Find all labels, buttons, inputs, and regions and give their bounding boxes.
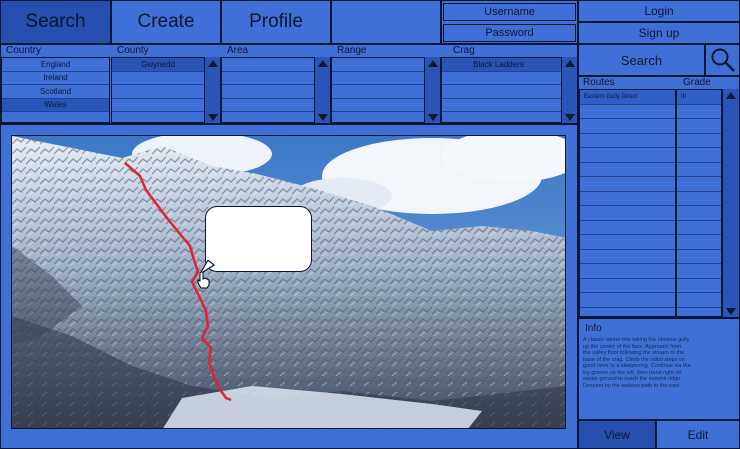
- scroll-up-arrow-icon[interactable]: [205, 57, 220, 69]
- password-field[interactable]: Password: [443, 24, 576, 42]
- signup-button[interactable]: Sign up: [578, 22, 740, 44]
- range-scrollbar[interactable]: [424, 57, 440, 123]
- grades-list: III: [676, 89, 722, 317]
- tab-search[interactable]: Search: [0, 0, 111, 44]
- routes-list: Eastern Gully Direct: [579, 89, 676, 317]
- nav-empty-slot: [331, 0, 441, 44]
- list-item[interactable]: [580, 235, 675, 250]
- username-field[interactable]: Username: [443, 3, 576, 21]
- list-item[interactable]: [580, 279, 675, 293]
- scroll-down-arrow-icon[interactable]: [723, 305, 739, 317]
- search-icon-button[interactable]: [705, 44, 740, 76]
- routes-scrollbar[interactable]: [722, 89, 739, 317]
- country-item-ireland[interactable]: Ireland: [2, 72, 109, 85]
- info-panel: Info A classic winter line taking the ob…: [578, 318, 740, 420]
- list-item[interactable]: [580, 206, 675, 221]
- tab-create[interactable]: Create: [111, 0, 221, 44]
- country-list: England Ireland Scotland Wales: [1, 57, 110, 123]
- list-item[interactable]: [580, 192, 675, 206]
- grade-header: Grade: [683, 77, 711, 88]
- login-label: Login: [644, 4, 674, 18]
- list-item[interactable]: [677, 119, 721, 134]
- view-label: View: [604, 427, 630, 442]
- crag-photo-image: [12, 136, 565, 428]
- country-item-wales[interactable]: Wales: [2, 98, 109, 112]
- country-item-england[interactable]: England: [2, 58, 109, 72]
- crag-header: Crag: [453, 45, 475, 56]
- crag-photo[interactable]: [11, 135, 566, 429]
- tab-profile-label: Profile: [249, 11, 303, 32]
- list-item[interactable]: [677, 250, 721, 264]
- list-item[interactable]: [677, 235, 721, 250]
- edit-button[interactable]: Edit: [656, 420, 740, 449]
- list-item[interactable]: [580, 177, 675, 192]
- list-item[interactable]: [580, 105, 675, 119]
- scroll-up-arrow-icon[interactable]: [723, 89, 739, 101]
- list-item[interactable]: [677, 148, 721, 163]
- scroll-down-arrow-icon[interactable]: [315, 111, 330, 123]
- tab-create-label: Create: [137, 11, 195, 32]
- area-header: Area: [227, 45, 249, 56]
- list-item[interactable]: [677, 206, 721, 221]
- list-item[interactable]: [580, 148, 675, 163]
- list-item[interactable]: [442, 99, 577, 112]
- county-header: County: [117, 45, 149, 56]
- scroll-down-arrow-icon[interactable]: [562, 111, 577, 123]
- username-placeholder: Username: [484, 6, 535, 18]
- county-scrollbar[interactable]: [204, 57, 220, 123]
- info-header: Info: [585, 323, 602, 334]
- tab-profile[interactable]: Profile: [221, 0, 331, 44]
- list-item[interactable]: [677, 177, 721, 192]
- country-header: Country: [6, 45, 42, 56]
- tab-search-label: Search: [25, 11, 86, 32]
- list-item[interactable]: [580, 221, 675, 235]
- scroll-up-arrow-icon[interactable]: [425, 57, 440, 69]
- route-tooltip: [205, 206, 312, 272]
- crag-scrollbar[interactable]: [561, 57, 577, 123]
- list-item[interactable]: [677, 293, 721, 308]
- list-item[interactable]: [677, 221, 721, 235]
- hand-cursor-icon: [197, 271, 210, 289]
- login-button[interactable]: Login: [578, 0, 740, 22]
- info-line: Descent by the walkers path to the east.: [583, 382, 681, 389]
- list-item[interactable]: [677, 264, 721, 279]
- list-item[interactable]: [580, 119, 675, 134]
- crag-item-selected[interactable]: Black Ladders: [442, 58, 577, 72]
- list-item[interactable]: [677, 192, 721, 206]
- list-item[interactable]: [580, 293, 675, 308]
- scroll-up-arrow-icon[interactable]: [315, 57, 330, 69]
- scroll-up-arrow-icon[interactable]: [562, 57, 577, 69]
- area-scrollbar[interactable]: [314, 57, 330, 123]
- list-item[interactable]: [442, 72, 577, 85]
- password-placeholder: Password: [485, 27, 534, 39]
- list-item[interactable]: [677, 105, 721, 119]
- list-item[interactable]: [677, 134, 721, 148]
- country-item-scotland[interactable]: Scotland: [2, 85, 109, 99]
- list-item[interactable]: [442, 85, 577, 99]
- grade-item-selected[interactable]: III: [677, 90, 721, 105]
- list-item[interactable]: [677, 279, 721, 293]
- list-item[interactable]: [580, 163, 675, 177]
- view-button[interactable]: View: [578, 420, 656, 449]
- routes-header: Routes: [583, 77, 615, 88]
- range-header: Range: [337, 45, 367, 56]
- list-item[interactable]: [580, 264, 675, 279]
- edit-label: Edit: [687, 427, 709, 442]
- list-item[interactable]: [677, 163, 721, 177]
- scroll-down-arrow-icon[interactable]: [425, 111, 440, 123]
- list-item[interactable]: [580, 134, 675, 148]
- search-icon: [711, 48, 735, 72]
- search-button-label: Search: [620, 52, 663, 68]
- info-text: A classic winter line taking the obvious…: [579, 337, 739, 389]
- list-item[interactable]: [580, 250, 675, 264]
- crag-list: Black Ladders: [441, 57, 578, 123]
- scroll-down-arrow-icon[interactable]: [205, 111, 220, 123]
- signup-label: Sign up: [638, 26, 680, 40]
- route-item-selected[interactable]: Eastern Gully Direct: [580, 90, 675, 105]
- search-button[interactable]: Search: [578, 44, 705, 76]
